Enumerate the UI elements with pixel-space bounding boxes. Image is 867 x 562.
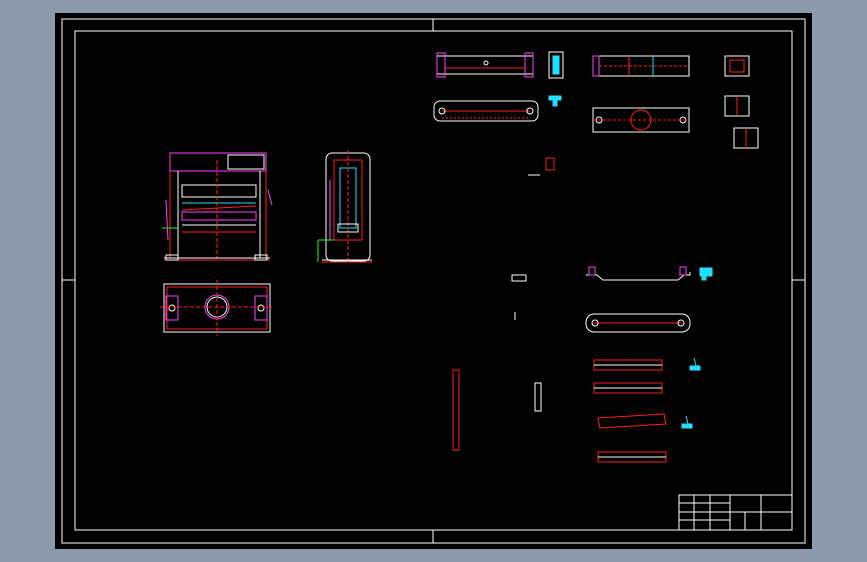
drawing-sheet (55, 13, 812, 549)
cad-drawing-canvas[interactable] (0, 0, 867, 562)
